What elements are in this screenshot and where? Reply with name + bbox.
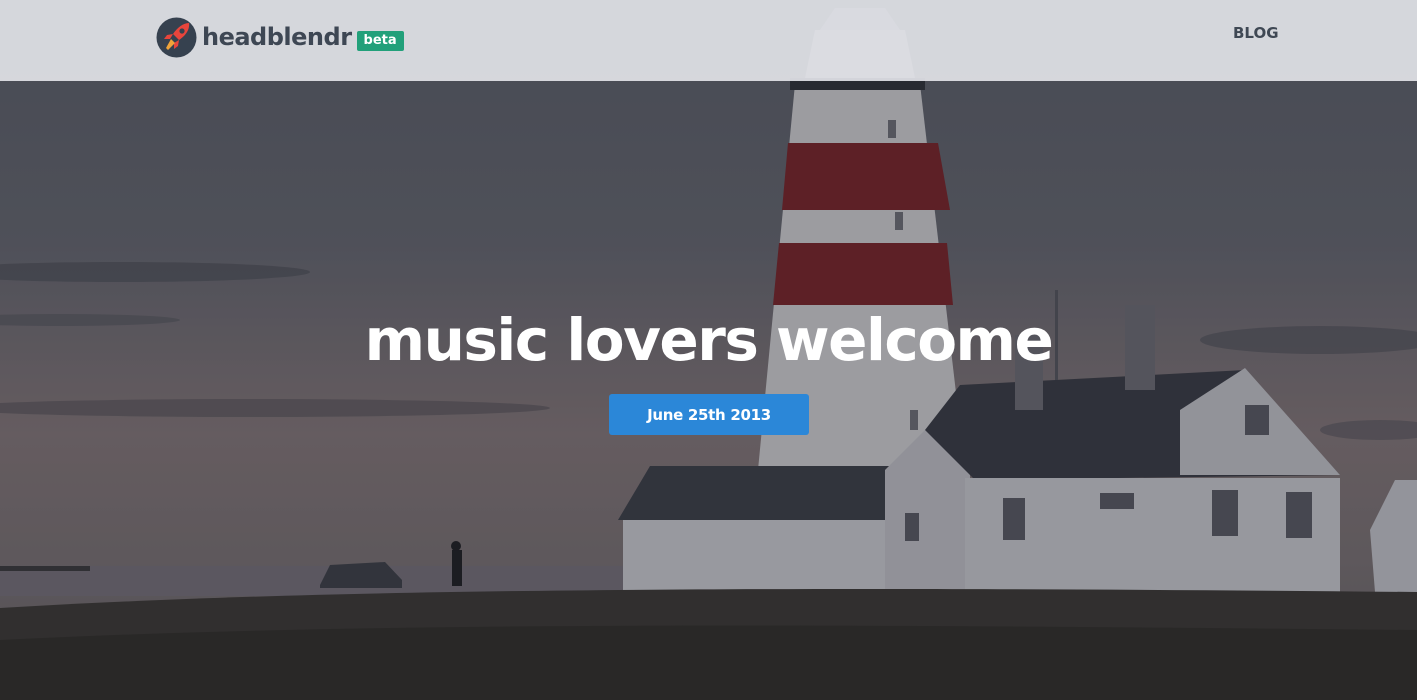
hero-headline: music lovers welcome [364, 306, 1054, 374]
event-date-button[interactable]: June 25th 2013 [609, 394, 809, 435]
rocket-icon [156, 17, 197, 58]
site-header: headblendr beta BLOG [0, 0, 1417, 81]
page: headblendr beta BLOG music lovers welcom… [0, 0, 1417, 700]
brand-name: headblendr [202, 23, 352, 51]
brand-logo-link[interactable]: headblendr beta [156, 16, 404, 58]
beta-badge: beta [356, 31, 404, 51]
nav-blog-link[interactable]: BLOG [1233, 24, 1279, 42]
